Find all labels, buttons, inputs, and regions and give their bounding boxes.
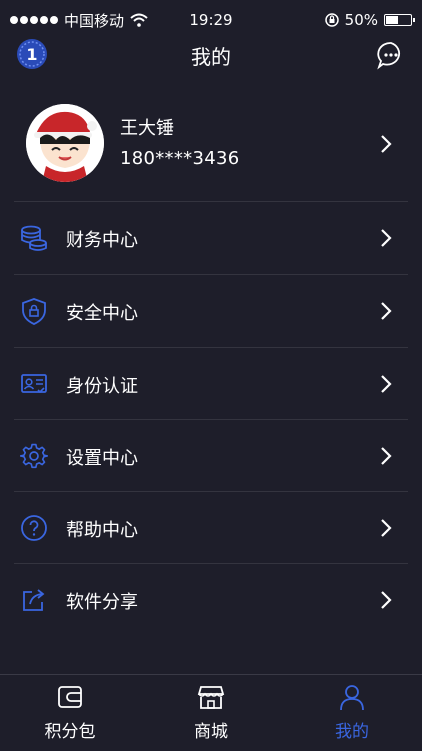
chevron-right-icon [381,302,392,320]
status-bar: 中国移动 19:29 50% [0,0,422,40]
chevron-right-icon [381,135,392,153]
tab-label: 我的 [335,722,369,742]
menu-label: 软件分享 [66,592,138,613]
medal-one-icon[interactable]: 1 [16,38,48,70]
chevron-right-icon [381,375,392,393]
chevron-right-icon [381,591,392,609]
status-time: 19:29 [189,11,233,29]
menu-label: 帮助中心 [66,520,138,541]
store-icon [197,686,225,709]
page-title: 我的 [191,44,231,69]
menu-item-finance[interactable]: 财务中心 [0,202,422,274]
menu-item-share[interactable]: 软件分享 [0,564,422,636]
menu-item-identity[interactable]: 身份认证 [0,348,422,420]
shield-lock-icon [22,298,46,325]
coins-stack-icon [21,225,47,251]
tab-points[interactable]: 积分包 [0,675,140,751]
tab-mine[interactable]: 我的 [282,675,422,751]
menu-item-security[interactable]: 安全中心 [0,275,422,347]
nav-bar: 1 我的 [0,36,422,74]
profile-name: 王大锤 [120,118,174,139]
profile-phone: 180****3436 [120,148,240,169]
wallet-icon [58,686,82,708]
tab-bar: 积分包 商城 我的 [0,674,422,750]
menu-label: 安全中心 [66,303,138,324]
gear-icon [20,443,48,469]
profile-card[interactable]: 王大锤 180****3436 [0,96,422,198]
tab-label: 商城 [194,722,228,742]
tab-store[interactable]: 商城 [141,675,281,751]
avatar[interactable] [26,104,104,182]
menu-label: 财务中心 [66,230,138,251]
menu-item-help[interactable]: 帮助中心 [0,492,422,564]
share-icon [23,589,45,611]
chat-bubble-icon[interactable] [376,40,406,70]
chevron-right-icon [381,447,392,465]
avatar-cartoon-image [26,104,104,182]
menu-item-settings[interactable]: 设置中心 [0,420,422,492]
chevron-right-icon [381,229,392,247]
menu-label: 身份认证 [66,376,138,397]
tab-label: 积分包 [44,722,96,742]
battery-icon [384,14,415,26]
svg-text:1: 1 [26,45,37,64]
id-card-icon [21,374,47,394]
chevron-right-icon [381,519,392,537]
question-circle-icon [21,515,47,541]
menu-label: 设置中心 [66,448,138,469]
user-icon [340,685,364,711]
